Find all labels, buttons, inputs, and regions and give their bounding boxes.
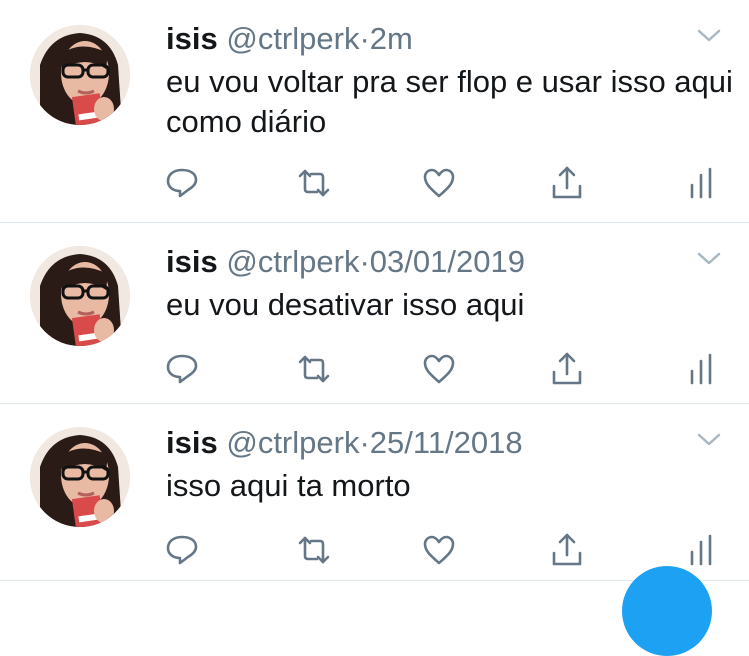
separator: · xyxy=(359,425,370,460)
separator: · xyxy=(359,244,370,279)
retweet-icon[interactable] xyxy=(296,351,332,387)
analytics-icon[interactable] xyxy=(686,165,722,201)
avatar[interactable] xyxy=(30,427,130,527)
tweet[interactable]: isis @ctrlperk·2m eu vou voltar pra ser … xyxy=(0,0,749,199)
share-icon[interactable] xyxy=(549,351,585,387)
compose-button[interactable] xyxy=(622,566,712,656)
timestamp[interactable]: 25/11/2018 xyxy=(370,425,523,460)
heart-icon[interactable] xyxy=(421,532,457,568)
display-name[interactable]: isis xyxy=(166,425,218,460)
display-name[interactable]: isis xyxy=(166,244,218,279)
avatar[interactable] xyxy=(30,246,130,346)
reply-icon[interactable] xyxy=(164,165,200,201)
reply-icon[interactable] xyxy=(164,532,200,568)
tweet[interactable]: isis @ctrlperk·25/11/2018 isso aqui ta m… xyxy=(0,404,749,585)
tweet-text: isso aqui ta morto xyxy=(166,468,411,503)
retweet-icon[interactable] xyxy=(296,165,332,201)
tweet-header: isis @ctrlperk·25/11/2018 xyxy=(166,424,523,462)
tweet-actions xyxy=(0,165,749,205)
username[interactable]: @ctrlperk xyxy=(226,21,359,56)
tweet-text: eu vou desativar isso aqui xyxy=(166,287,525,322)
avatar-image xyxy=(30,427,130,527)
chevron-down-icon[interactable] xyxy=(697,251,721,267)
tweet-header: isis @ctrlperk·2m xyxy=(166,20,413,58)
timestamp[interactable]: 03/01/2019 xyxy=(370,244,525,279)
tweet-header: isis @ctrlperk·03/01/2019 xyxy=(166,243,525,281)
username[interactable]: @ctrlperk xyxy=(226,425,359,460)
tweet-actions xyxy=(0,351,749,391)
share-icon[interactable] xyxy=(549,532,585,568)
heart-icon[interactable] xyxy=(421,165,457,201)
avatar-image xyxy=(30,25,130,125)
timestamp[interactable]: 2m xyxy=(370,21,413,56)
avatar-image xyxy=(30,246,130,346)
chevron-down-icon[interactable] xyxy=(697,28,721,44)
retweet-icon[interactable] xyxy=(296,532,332,568)
heart-icon[interactable] xyxy=(421,351,457,387)
tweet-actions xyxy=(0,532,749,572)
tweet[interactable]: isis @ctrlperk·03/01/2019 eu vou desativ… xyxy=(0,223,749,404)
avatar[interactable] xyxy=(30,25,130,125)
tweet-text: eu vou voltar pra ser flop e usar isso a… xyxy=(166,64,733,139)
display-name[interactable]: isis xyxy=(166,21,218,56)
reply-icon[interactable] xyxy=(164,351,200,387)
chevron-down-icon[interactable] xyxy=(697,432,721,448)
share-icon[interactable] xyxy=(549,165,585,201)
username[interactable]: @ctrlperk xyxy=(226,244,359,279)
analytics-icon[interactable] xyxy=(686,532,722,568)
analytics-icon[interactable] xyxy=(686,351,722,387)
separator: · xyxy=(359,21,370,56)
